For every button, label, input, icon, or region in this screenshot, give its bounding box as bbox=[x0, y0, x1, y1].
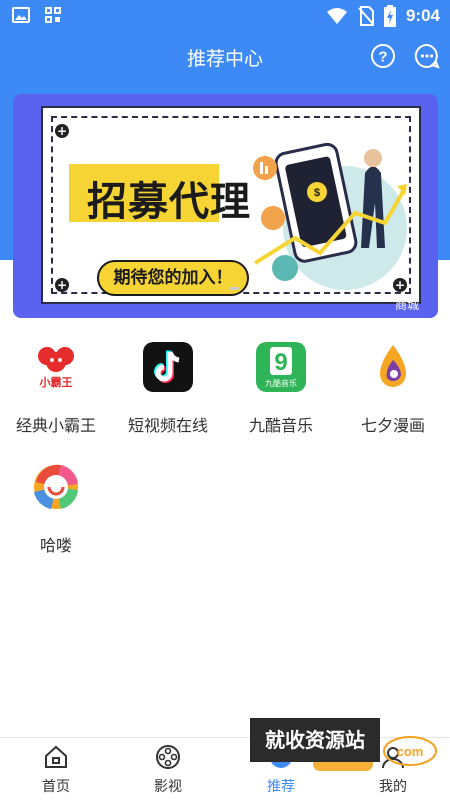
wifi-icon bbox=[326, 8, 347, 24]
film-reel-icon bbox=[156, 745, 180, 769]
nav-label: 首页 bbox=[42, 779, 70, 795]
svg-text:$: $ bbox=[314, 187, 320, 199]
battery-charging-icon bbox=[383, 5, 396, 27]
banner-indicator bbox=[229, 287, 239, 290]
promo-banner[interactable]: + + + 招募代理 期待您的加入！ $ bbox=[13, 94, 438, 318]
halou-icon bbox=[31, 462, 81, 512]
app-label: 短视频在线 bbox=[127, 416, 208, 435]
app-label: 九酷音乐 bbox=[248, 416, 313, 435]
svg-text:九酷音乐: 九酷音乐 bbox=[265, 378, 297, 388]
nav-label: 我的 bbox=[379, 779, 407, 795]
banner-paper: + + + 招募代理 期待您的加入！ $ bbox=[41, 106, 421, 304]
join-pill: 期待您的加入！ bbox=[97, 260, 249, 296]
tiktok-icon bbox=[143, 342, 193, 392]
app-item[interactable]: 哈喽 bbox=[0, 455, 112, 565]
xiaobawang-icon: 小霸王 bbox=[31, 342, 81, 392]
plus-icon: + bbox=[55, 124, 69, 138]
watermark: 就收资源站 bbox=[250, 718, 380, 762]
banner-corner-text: 商城 bbox=[395, 298, 420, 312]
app-label: 经典小霸王 bbox=[15, 416, 96, 435]
svg-text:?: ? bbox=[378, 49, 387, 66]
title-bar: 推荐中心 ? bbox=[0, 38, 450, 78]
home-icon bbox=[45, 745, 67, 768]
screen: 9:04 推荐中心 ? + + + 招募代理 期待您的加入！ $ 商城 小霸王 … bbox=[0, 0, 450, 800]
nav-label: 推荐 bbox=[267, 779, 295, 795]
status-time: 9:04 bbox=[405, 6, 440, 25]
chat-icon[interactable] bbox=[414, 43, 440, 69]
jiuku-music-icon: 9 九酷音乐 bbox=[256, 342, 306, 392]
plus-icon: + bbox=[55, 278, 69, 292]
app-label: 七夕漫画 bbox=[360, 416, 425, 435]
app-label: 哈喽 bbox=[39, 536, 72, 555]
nav-item-video[interactable]: 影视 bbox=[112, 738, 224, 800]
app-item[interactable]: 小霸王 经典小霸王 bbox=[0, 335, 112, 445]
svg-text:9: 9 bbox=[274, 349, 287, 376]
image-icon bbox=[12, 7, 30, 23]
watermark-logo: com bbox=[382, 734, 438, 768]
help-icon[interactable]: ? bbox=[370, 43, 396, 69]
svg-text:com: com bbox=[397, 744, 424, 759]
nav-label: 影视 bbox=[154, 779, 182, 795]
app-item[interactable]: 七夕漫画 bbox=[337, 335, 449, 445]
app-item[interactable]: 短视频在线 bbox=[112, 335, 224, 445]
nav-item-home[interactable]: 首页 bbox=[0, 738, 112, 800]
status-bar: 9:04 bbox=[0, 0, 450, 32]
phone-businessman-illustration: $ bbox=[253, 142, 407, 290]
svg-text:小霸王: 小霸王 bbox=[39, 375, 73, 389]
grid-icon bbox=[45, 7, 61, 23]
app-item[interactable]: 9 九酷音乐 九酷音乐 bbox=[225, 335, 337, 445]
no-sim-icon bbox=[358, 6, 374, 26]
qixi-comic-icon bbox=[368, 342, 418, 392]
watermark-logo-icon: com bbox=[383, 736, 437, 766]
banner-headline: 招募代理 bbox=[87, 179, 251, 225]
